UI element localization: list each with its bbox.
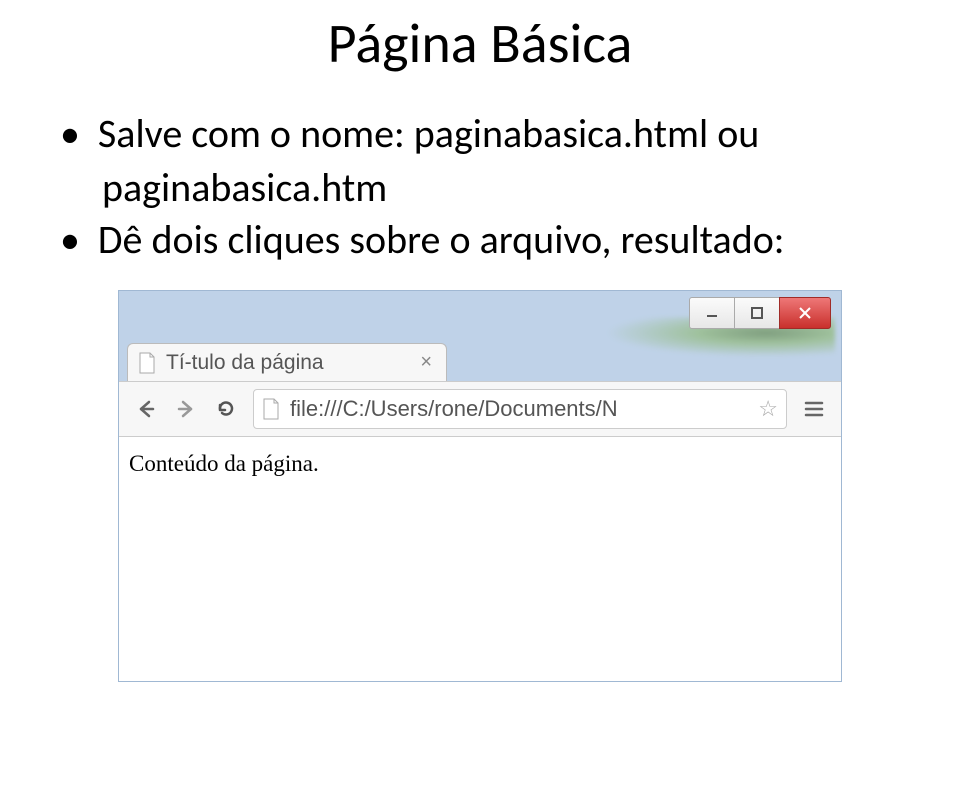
url-text: file:///C:/Users/rone/Documents/N: [290, 396, 752, 422]
bullet-list: • Salve com o nome: paginabasica.html ou…: [0, 108, 960, 266]
page-body-text: Conteúdo da página.: [129, 451, 831, 477]
maximize-icon: [750, 306, 764, 320]
bookmark-star-icon[interactable]: ☆: [758, 396, 778, 422]
window-minimize-button[interactable]: [689, 297, 735, 329]
bullet-item-2: • Dê dois cliques sobre o arquivo, resul…: [60, 214, 920, 266]
bullet-2-text: Dê dois cliques sobre o arquivo, resulta…: [98, 214, 785, 266]
address-bar[interactable]: file:///C:/Users/rone/Documents/N ☆: [253, 389, 787, 429]
menu-button[interactable]: [797, 392, 831, 426]
reload-button[interactable]: [209, 392, 243, 426]
bullet-1-continuation: paginabasica.htm: [60, 162, 920, 214]
window-controls: [690, 297, 831, 329]
back-button[interactable]: [129, 392, 163, 426]
minimize-icon: [705, 306, 719, 320]
tab-strip: Tí-tulo da página ×: [119, 337, 841, 381]
browser-tab[interactable]: Tí-tulo da página ×: [127, 343, 447, 381]
reload-icon: [215, 398, 237, 420]
browser-window: Tí-tulo da página ×: [118, 290, 842, 682]
forward-button[interactable]: [169, 392, 203, 426]
back-arrow-icon: [135, 398, 157, 420]
window-close-button[interactable]: [779, 297, 831, 329]
tab-title: Tí-tulo da página: [166, 351, 416, 375]
forward-arrow-icon: [175, 398, 197, 420]
bullet-dot-icon: •: [60, 214, 80, 266]
file-icon: [138, 352, 156, 374]
page-content-area: Conteúdo da página.: [119, 437, 841, 681]
window-maximize-button[interactable]: [734, 297, 780, 329]
close-icon: [798, 306, 812, 320]
slide-title: Página Básica: [0, 0, 960, 78]
browser-toolbar: file:///C:/Users/rone/Documents/N ☆: [119, 381, 841, 437]
hamburger-icon: [804, 399, 824, 419]
bullet-1-text: Salve com o nome: paginabasica.html ou: [98, 108, 759, 160]
file-icon: [262, 398, 280, 420]
bullet-item-1: • Salve com o nome: paginabasica.html ou: [60, 108, 920, 160]
tab-close-button[interactable]: ×: [416, 351, 436, 374]
bullet-dot-icon: •: [60, 108, 80, 160]
